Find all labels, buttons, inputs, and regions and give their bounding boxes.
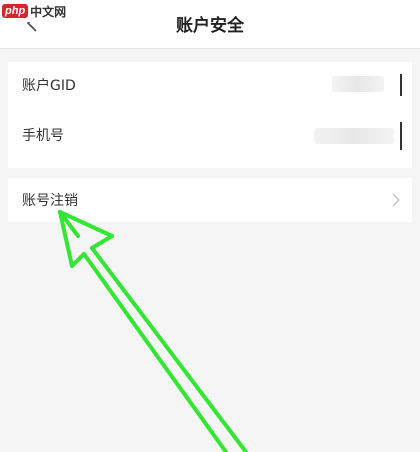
- account-gid-row[interactable]: 账户GID: [8, 62, 412, 108]
- account-cancel-card: 账号注销: [8, 178, 412, 222]
- chevron-right-icon: [392, 193, 401, 207]
- account-gid-label: 账户GID: [22, 78, 76, 94]
- account-info-card: 账户GID 手机号: [8, 62, 412, 168]
- account-gid-value-redacted: [332, 76, 384, 92]
- account-cancel-row[interactable]: 账号注销: [8, 178, 412, 222]
- redaction-mark: [400, 122, 402, 150]
- account-cancel-label: 账号注销: [22, 193, 78, 209]
- php-logo: php: [2, 4, 29, 18]
- phone-label: 手机号: [22, 128, 64, 144]
- watermark-text: 中文网: [30, 4, 67, 19]
- redaction-mark: [400, 74, 402, 96]
- site-watermark: php 中文网: [0, 0, 73, 22]
- phone-value-redacted: [314, 128, 394, 144]
- phone-row[interactable]: 手机号: [8, 112, 412, 158]
